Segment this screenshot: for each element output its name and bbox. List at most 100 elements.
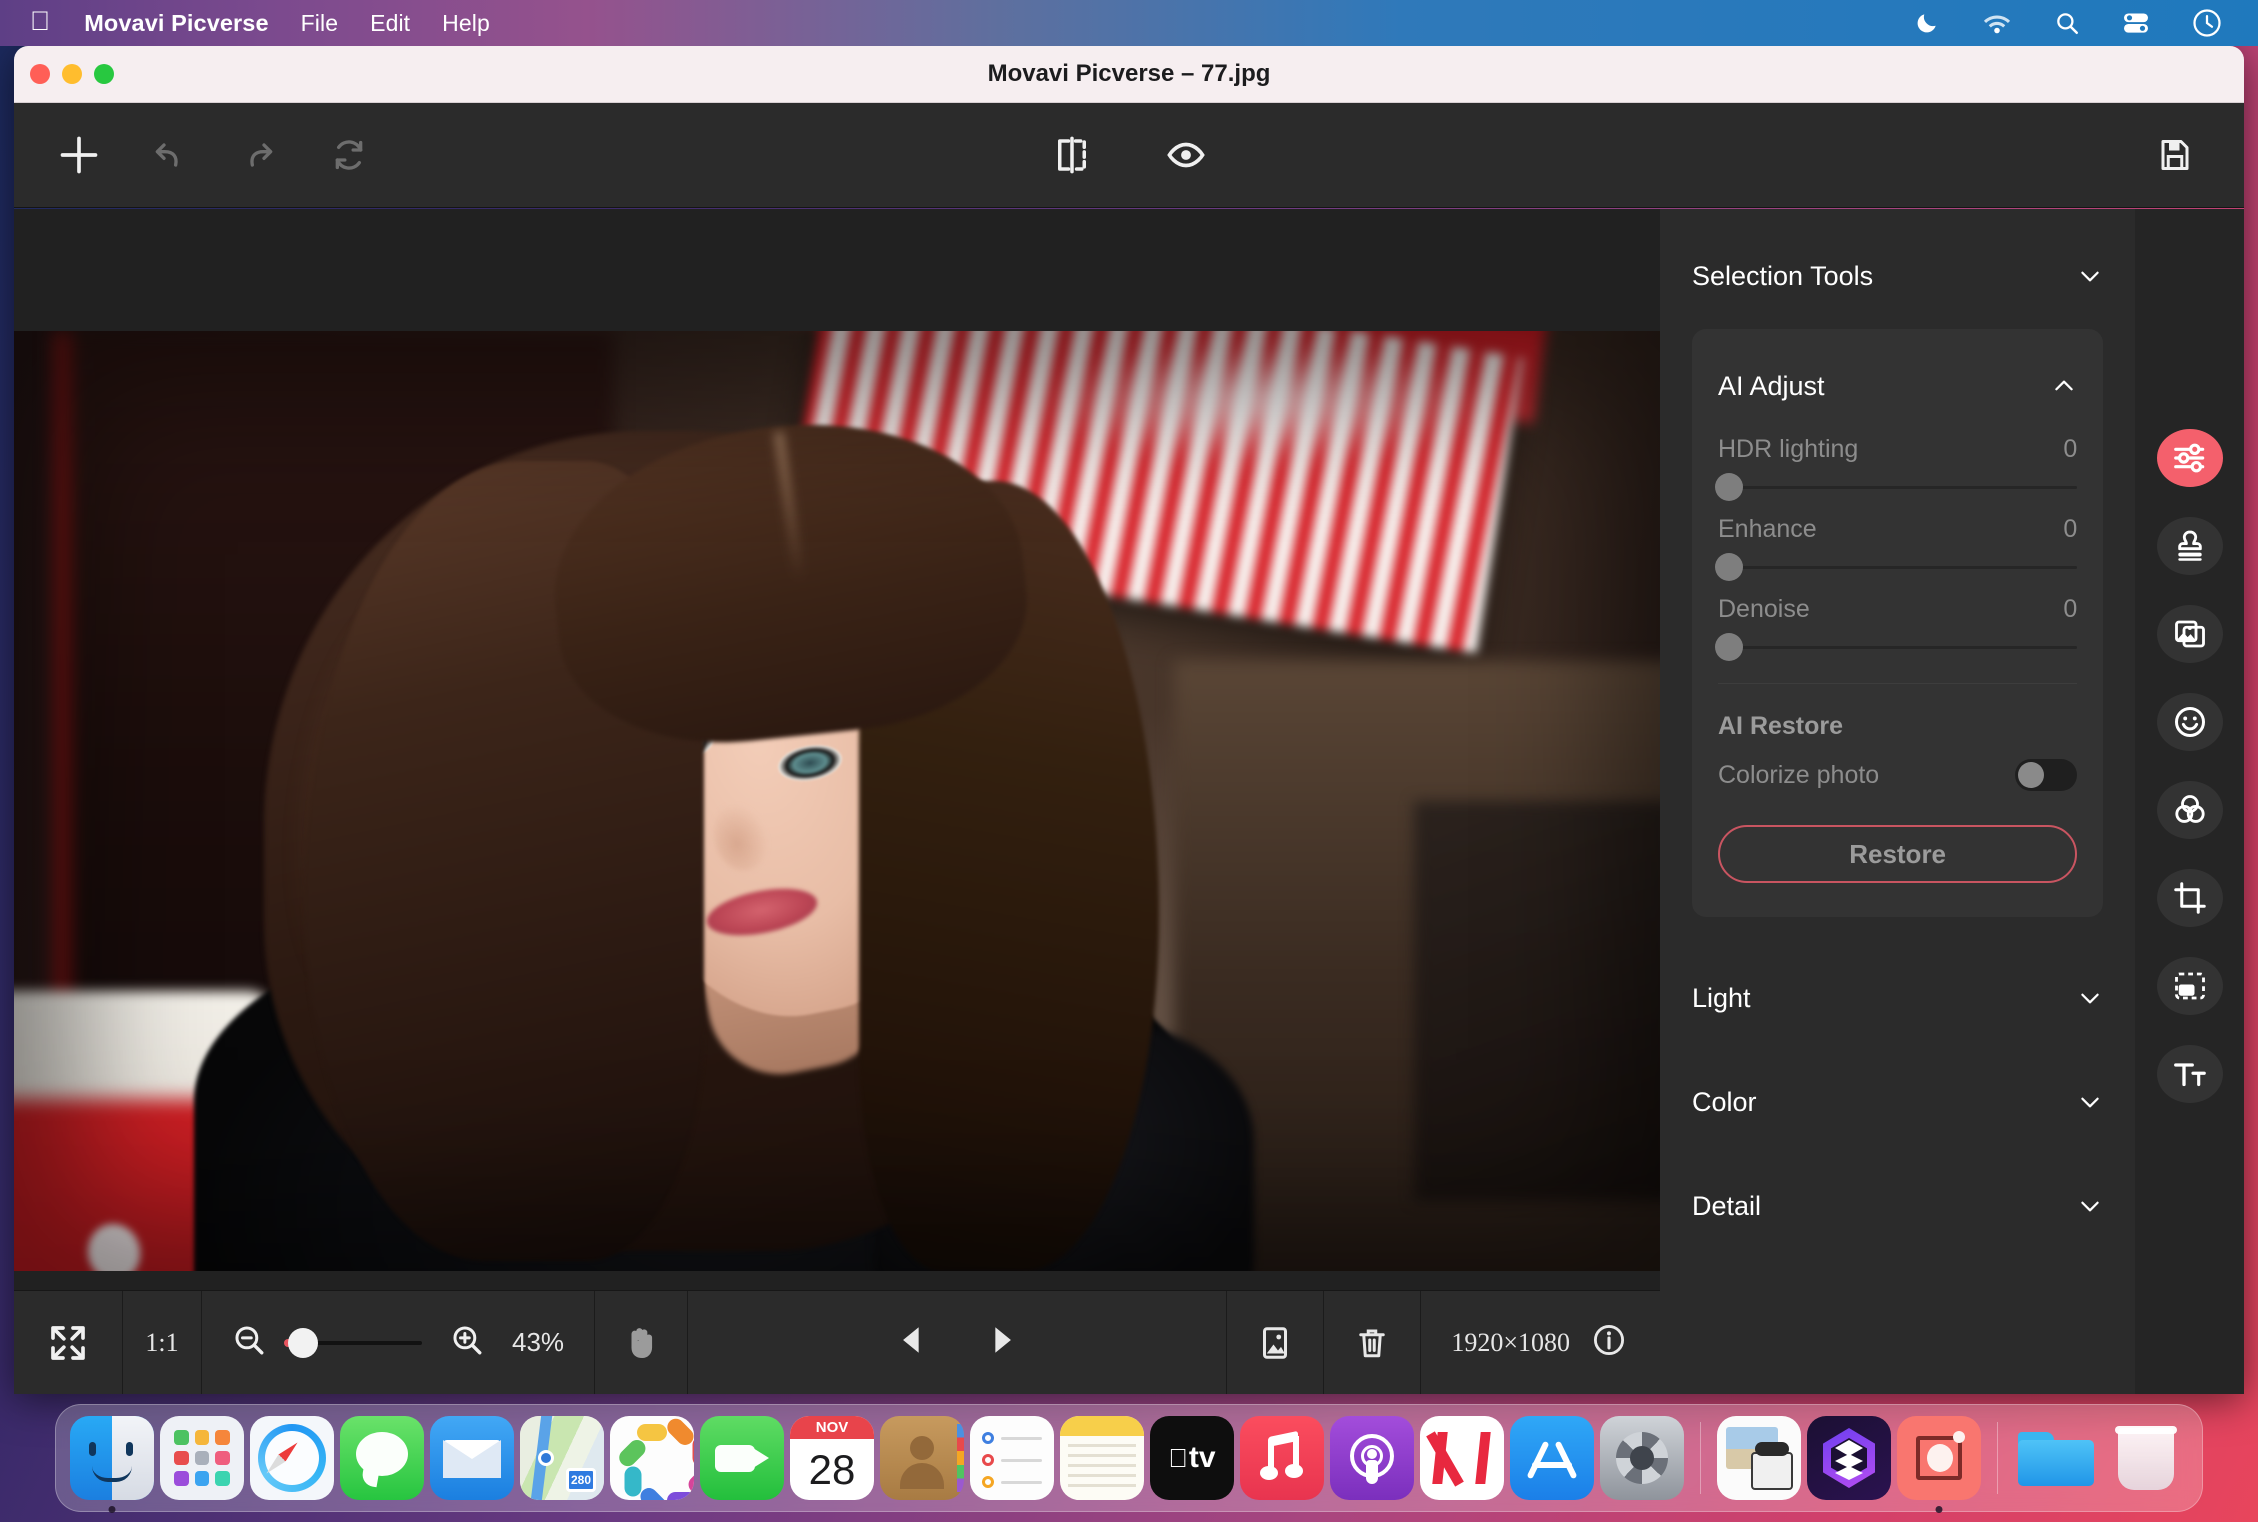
search-icon[interactable]	[2054, 10, 2080, 36]
control-center-icon[interactable]	[2122, 11, 2150, 35]
zoom-slider[interactable]	[284, 1327, 422, 1358]
denoise-handle[interactable]	[1715, 633, 1743, 661]
window-title-bar: Movavi Picverse – 77.jpg	[14, 46, 2244, 103]
dock-separator	[1997, 1422, 1998, 1494]
text-tool-icon[interactable]	[2156, 1045, 2223, 1103]
menu-item-file[interactable]: File	[301, 10, 338, 37]
chevron-down-icon[interactable]	[2077, 985, 2103, 1011]
menu-item-app-name[interactable]: Movavi Picverse	[84, 10, 268, 37]
dock-item-contacts[interactable]	[880, 1416, 964, 1500]
denoise-value: 0	[2063, 595, 2078, 623]
dock-item-podcasts[interactable]	[1330, 1416, 1414, 1500]
preview-button[interactable]	[1155, 124, 1217, 186]
window-body: 1:1 43% 1920×1080 Selection Tools AI Adj…	[14, 209, 2244, 1394]
section-ai-adjust[interactable]: AI Adjust	[1718, 363, 2077, 409]
dock-item-system-preferences[interactable]	[1600, 1416, 1684, 1500]
denoise-track[interactable]	[1715, 633, 2078, 661]
wifi-icon[interactable]	[1982, 11, 2012, 35]
selection-tools-label: Selection Tools	[1692, 260, 1874, 291]
dock-item-calendar[interactable]: NOV 28	[790, 1416, 874, 1500]
dock-item-finder[interactable]	[70, 1416, 154, 1513]
delete-image-button[interactable]	[1324, 1291, 1420, 1395]
dock-item-photos[interactable]	[610, 1416, 694, 1500]
macos-dock: 280 NOV 28 tv	[55, 1404, 2203, 1513]
undo-button[interactable]	[138, 124, 200, 186]
chevron-down-icon[interactable]	[2077, 263, 2103, 289]
save-button[interactable]	[2144, 124, 2206, 186]
dock-item-trash[interactable]	[2104, 1416, 2188, 1500]
dock-item-news[interactable]	[1420, 1416, 1504, 1500]
restore-button[interactable]: Restore	[1718, 825, 2078, 883]
colorize-photo-toggle[interactable]	[2015, 759, 2078, 791]
dock-item-mail[interactable]	[430, 1416, 514, 1500]
clock-icon[interactable]	[2192, 8, 2222, 38]
apple-icon[interactable]: 	[30, 8, 50, 35]
dock-item-appletv[interactable]: tv	[1150, 1416, 1234, 1500]
dock-item-notes[interactable]	[1060, 1416, 1144, 1500]
enhance-track[interactable]	[1715, 553, 2078, 581]
dock-item-launchpad[interactable]	[160, 1416, 244, 1500]
image-panel-button[interactable]	[1227, 1291, 1323, 1395]
image-dimensions-label: 1920×1080	[1451, 1327, 1570, 1357]
enhance-handle[interactable]	[1715, 553, 1743, 581]
actual-size-button[interactable]: 1:1	[123, 1291, 201, 1395]
dock-item-safari[interactable]	[250, 1416, 334, 1500]
fit-to-screen-button[interactable]	[14, 1291, 122, 1395]
section-color[interactable]: Color	[1692, 1079, 2103, 1125]
zoom-in-icon[interactable]	[450, 1323, 484, 1362]
zoom-controls: 43%	[202, 1291, 594, 1395]
calendar-month: NOV	[790, 1416, 874, 1439]
chevron-up-icon[interactable]	[2051, 373, 2077, 399]
zoom-out-icon[interactable]	[232, 1323, 266, 1362]
hdr-lighting-handle[interactable]	[1715, 473, 1743, 501]
section-light[interactable]: Light	[1692, 975, 2103, 1021]
hdr-lighting-value: 0	[2063, 435, 2078, 463]
light-label: Light	[1692, 982, 1751, 1013]
menu-item-help[interactable]: Help	[442, 10, 490, 37]
menu-item-edit[interactable]: Edit	[370, 10, 410, 37]
dock-item-movavi-picverse[interactable]	[1897, 1416, 1981, 1513]
dock-item-downloads-folder[interactable]	[2014, 1416, 2098, 1500]
chevron-down-icon[interactable]	[2077, 1193, 2103, 1219]
detail-label: Detail	[1692, 1190, 1762, 1221]
crop-icon[interactable]	[2156, 869, 2223, 927]
object-removal-icon[interactable]	[2156, 605, 2223, 663]
zoom-slider-handle[interactable]	[288, 1327, 318, 1358]
reset-button[interactable]	[318, 124, 380, 186]
hand-tool-button[interactable]	[595, 1291, 687, 1395]
info-icon[interactable]	[1592, 1323, 1626, 1362]
running-indicator	[108, 1506, 116, 1513]
compare-button[interactable]	[1041, 124, 1103, 186]
dock-item-reminders[interactable]	[970, 1416, 1054, 1500]
panel-divider	[1718, 683, 2078, 684]
next-image-icon[interactable]	[984, 1323, 1018, 1362]
previous-image-icon[interactable]	[896, 1323, 930, 1362]
ai-restore-title: AI Restore	[1718, 712, 1844, 740]
adjust-sliders-icon[interactable]	[2156, 429, 2223, 487]
dock-item-maps[interactable]: 280	[520, 1416, 604, 1500]
hdr-lighting-track[interactable]	[1715, 473, 2078, 501]
dock-item-appstore[interactable]	[1510, 1416, 1594, 1500]
add-button[interactable]	[48, 124, 110, 186]
dock-item-layers-app[interactable]	[1807, 1416, 1891, 1500]
slider-enhance: Enhance 0	[1715, 515, 2078, 581]
retouch-face-icon[interactable]	[2156, 693, 2223, 751]
dock-item-music[interactable]	[1240, 1416, 1324, 1500]
ai-adjust-card: AI Adjust HDR lighting 0 Enhance 0 Denoi…	[1692, 329, 2104, 917]
stamp-icon[interactable]	[2156, 517, 2223, 575]
color-mixer-icon[interactable]	[2156, 781, 2223, 839]
dock-item-messages[interactable]	[340, 1416, 424, 1500]
actual-size-label: 1:1	[145, 1327, 179, 1357]
section-detail[interactable]: Detail	[1692, 1183, 2103, 1229]
redo-button[interactable]	[228, 124, 290, 186]
canvas-resize-icon[interactable]	[2156, 957, 2223, 1015]
colorize-photo-label: Colorize photo	[1718, 760, 1880, 789]
dock-separator	[1700, 1422, 1701, 1494]
dock-item-image-capture[interactable]	[1717, 1416, 1801, 1500]
section-selection-tools[interactable]: Selection Tools	[1692, 253, 2103, 299]
chevron-down-icon[interactable]	[2077, 1089, 2103, 1115]
image-canvas-area[interactable]: 1:1 43% 1920×1080	[14, 209, 1660, 1394]
moon-icon[interactable]	[1914, 10, 1940, 36]
edited-photo[interactable]	[14, 331, 1660, 1271]
dock-item-facetime[interactable]	[700, 1416, 784, 1500]
